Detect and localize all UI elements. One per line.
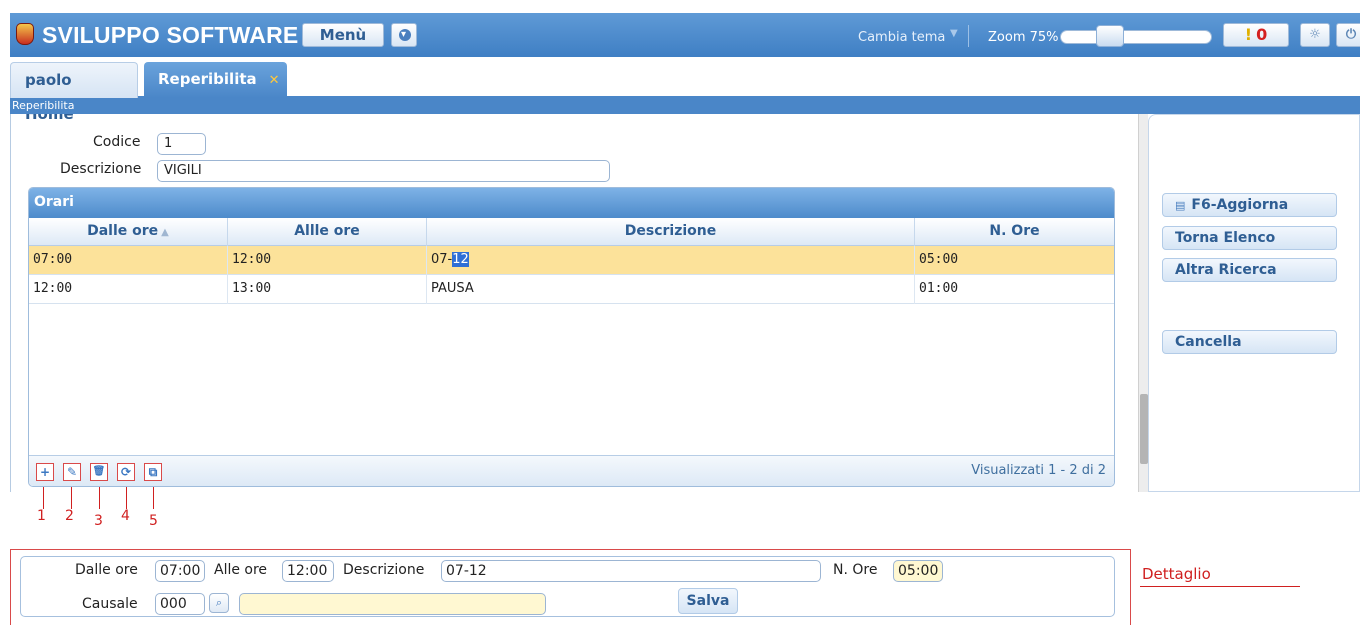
gear-icon: ☼ (1309, 27, 1321, 42)
record-count: Visualizzati 1 - 2 di 2 (971, 463, 1106, 478)
table-row[interactable]: 07:00 12:00 07-12 05:00 (29, 246, 1114, 275)
save-icon: ▤ (1175, 199, 1186, 212)
annotation-number: 4 (121, 508, 130, 524)
orari-grid: Orari Dalle ore ▲ Allle ore Descrizione N… (28, 187, 1115, 487)
alert-icon: ! (1244, 25, 1253, 44)
descrizione-detail-field[interactable]: 07-12 (441, 560, 821, 582)
column-header-label: Dalle ore (87, 223, 159, 239)
settings-button[interactable]: ☼ (1300, 23, 1330, 47)
scrollbar-thumb[interactable] (1140, 394, 1148, 464)
annotation-line (126, 487, 127, 509)
causale-description-field (239, 593, 546, 615)
app-header: SVILUPPO SOFTWARE Menù ▾ Cambia tema ▼ Z… (10, 13, 1360, 57)
alle-field[interactable]: 12:00 (282, 560, 334, 582)
zoom-label: Zoom 75% (988, 30, 1059, 45)
zoom-slider-track[interactable] (1060, 30, 1212, 44)
selected-text: 12 (452, 252, 469, 267)
cell-text: 07- (431, 252, 453, 267)
cell-alle: 13:00 (228, 275, 427, 304)
annotation-number: 3 (94, 513, 103, 529)
close-icon[interactable]: ✕ (269, 73, 280, 88)
annotation-line (71, 487, 72, 509)
button-label: F6-Aggiorna (1191, 197, 1289, 213)
alle-label: Alle ore (214, 562, 268, 578)
annotation-number: 2 (65, 508, 74, 524)
tab-bar: paolo Home Reperibilita ✕ (10, 58, 1360, 123)
refresh-icon[interactable]: ⟳ (117, 463, 135, 481)
column-header-alle[interactable]: Allle ore (228, 218, 427, 246)
column-header-dalle[interactable]: Dalle ore ▲ (29, 218, 228, 246)
grid-footer: + ✎ 🗑 ⟳ ⧉ Visualizzati 1 - 2 di 2 (29, 455, 1114, 486)
breadcrumb: Reperibilita (10, 98, 1360, 114)
tab-label: Reperibilita (158, 70, 257, 88)
actions-panel (1148, 114, 1360, 492)
annotation-line (99, 487, 100, 509)
columns-icon[interactable]: ⧉ (144, 463, 162, 481)
causale-label: Causale (82, 596, 138, 612)
annotation-line (43, 487, 44, 509)
logout-button[interactable]: ⏻ (1336, 23, 1360, 47)
annotation-line (153, 487, 154, 509)
alerts-button[interactable]: ! 0 (1223, 23, 1289, 47)
alert-count: 0 (1256, 25, 1268, 44)
search-icon[interactable]: ⌕ (209, 593, 229, 613)
logo-icon (16, 23, 34, 45)
delete-icon[interactable]: 🗑 (90, 463, 108, 481)
app-title: SVILUPPO SOFTWARE (42, 22, 299, 48)
dalle-label: Dalle ore (75, 562, 138, 578)
annotation-number: 1 (37, 508, 46, 524)
descrizione-detail-label: Descrizione (343, 562, 425, 578)
cell-nore: 05:00 (919, 252, 959, 267)
add-icon[interactable]: + (36, 463, 54, 481)
grid-header: Dalle ore ▲ Allle ore Descrizione N. Ore (29, 218, 1114, 246)
grid-title: Orari (29, 188, 1114, 218)
tab-reperibilita[interactable]: Reperibilita ✕ (144, 62, 287, 98)
cell-alle: 12:00 (228, 246, 427, 275)
nore-label: N. Ore (833, 562, 878, 578)
chevron-down-icon: ▾ (401, 29, 407, 40)
cell-descrizione: PAUSA (427, 275, 915, 304)
descrizione-label: Descrizione (60, 161, 142, 177)
menu-dropdown-button[interactable]: ▾ (391, 23, 417, 47)
zoom-slider-thumb[interactable] (1096, 25, 1124, 47)
cell-nore: 01:00 (919, 281, 959, 296)
codice-label: Codice (93, 134, 141, 150)
annotation-number: 5 (149, 513, 158, 529)
column-header-nore[interactable]: N. Ore (915, 218, 1114, 246)
edit-icon[interactable]: ✎ (63, 463, 81, 481)
aggiorna-button[interactable]: ▤ F6-Aggiorna (1162, 193, 1337, 217)
theme-switcher[interactable]: Cambia tema (858, 30, 945, 45)
power-icon: ⏻ (1345, 27, 1357, 42)
table-row[interactable]: 12:00 13:00 PAUSA 01:00 (29, 275, 1114, 304)
codice-field[interactable]: 1 (157, 133, 206, 155)
sort-icon: ▲ (161, 227, 169, 238)
menu-button[interactable]: Menù (302, 23, 384, 47)
detail-annotation-label: Dettaglio (1142, 565, 1211, 583)
vertical-scrollbar[interactable] (1138, 114, 1148, 492)
cell-dalle: 12:00 (29, 275, 228, 304)
nore-field[interactable]: 05:00 (893, 560, 943, 582)
header-divider (968, 25, 969, 47)
dalle-field[interactable]: 07:00 (155, 560, 205, 582)
tab-home[interactable]: paolo Home (10, 62, 138, 123)
column-header-descrizione[interactable]: Descrizione (427, 218, 915, 246)
causale-field[interactable]: 000 (155, 593, 205, 615)
cell-dalle: 07:00 (29, 246, 228, 275)
save-button[interactable]: Salva (678, 588, 738, 614)
torna-elenco-button[interactable]: Torna Elenco (1162, 226, 1337, 250)
chevron-down-icon[interactable]: ▼ (950, 28, 958, 39)
altra-ricerca-button[interactable]: Altra Ricerca (1162, 258, 1337, 282)
annotation-line (1140, 586, 1300, 587)
cell-descrizione: 07-12 (427, 246, 915, 275)
cancella-button[interactable]: Cancella (1162, 330, 1337, 354)
descrizione-field[interactable]: VIGILI (157, 160, 610, 182)
